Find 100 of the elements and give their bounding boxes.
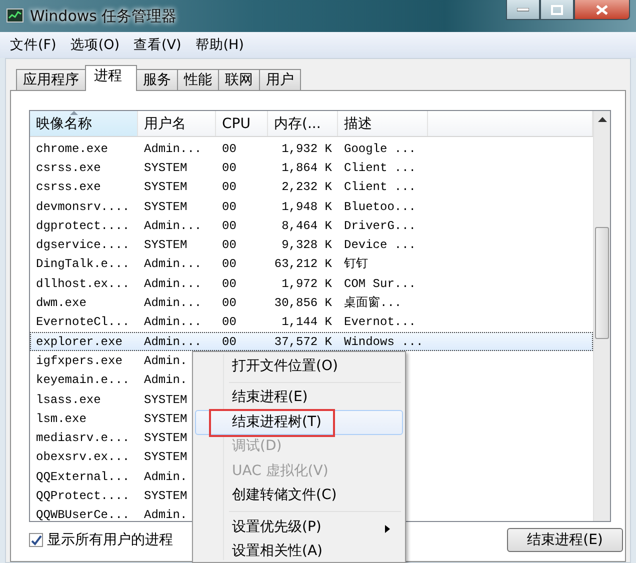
table-cell: chrome.exe [36,142,108,156]
table-cell: dgservice.... [36,238,130,252]
column-header[interactable]: 内存(... [268,111,338,136]
table-cell: mediasrv.e... [36,431,130,446]
table-cell: DriverG... [344,218,416,233]
table-cell: 00 [222,180,236,194]
end-process-button[interactable]: 结束进程(E) [507,528,623,552]
menu-item[interactable]: 查看(V) [133,34,182,56]
column-header[interactable]: 映像名称 [30,111,138,136]
close-button[interactable] [574,0,630,20]
table-cell: QQExternal... [36,470,130,484]
table-cell: 00 [222,218,236,233]
menu-item[interactable]: 帮助(H) [195,34,244,56]
table-cell: SYSTEM [144,160,188,175]
scrollbar-thumb[interactable] [595,227,609,339]
table-cell: EvernoteCl... [36,315,130,330]
table-cell: explorer.exe [36,334,122,349]
table-cell: 00 [222,276,236,291]
table-cell: Admin. [144,354,188,368]
table-cell: QQWBUserCe... [36,508,130,521]
column-header[interactable]: CPU [216,111,268,136]
menu-item[interactable]: 设置相关性(A) [195,540,403,562]
column-header[interactable]: 描述 [338,111,428,136]
table-cell: 桌面窗... [344,296,402,310]
table-cell: 2,232 K [282,180,332,194]
table-cell: Bluetoo... [344,200,416,214]
table-cell: csrss.exe [36,160,101,175]
table-cell: 00 [222,296,236,310]
table-cell: dgprotect.... [36,218,130,233]
table-cell: 37,572 K [274,334,332,349]
table-cell: Admin. [144,508,188,521]
table-cell: lsass.exe [36,392,101,406]
checkbox[interactable] [29,533,43,547]
column-header[interactable]: 用户名 [138,111,216,136]
table-cell: Client ... [344,160,416,175]
table-cell: obexsrv.ex... [36,450,130,464]
table-cell: Google ... [344,142,416,156]
table-cell: 00 [222,200,236,214]
tab[interactable]: 进程 [85,65,137,91]
table-cell: 00 [222,142,236,156]
table-cell: Admin... [144,296,202,310]
table-cell: QQProtect.... [36,488,130,503]
tab[interactable]: 用户 [259,69,301,91]
table-cell: COM Sur... [344,276,416,291]
table-cell: 钉钉 [344,257,368,272]
table-cell: Admin... [144,334,202,349]
table-cell: SYSTEM [144,392,188,406]
selected-row[interactable]: explorer.exe Admin... 00 37,572 K Windows ... [30,332,593,352]
table-cell: SYSTEM [144,488,188,503]
task-manager-icon [6,8,24,24]
table-cell: Admin. [144,470,188,484]
table-cell: SYSTEM [144,200,188,214]
table-cell: 00 [222,160,236,175]
menu-item[interactable]: 结束进程(E) [195,386,403,410]
table-cell: Admin... [144,315,202,330]
table-cell: lsm.exe [36,412,86,426]
menu-item[interactable]: 选项(O) [70,34,120,56]
scrollbar[interactable] [593,111,610,521]
window-title: Windows 任务管理器 [30,6,177,27]
table-cell: 1,144 K [282,315,332,330]
menu-item[interactable]: 结束进程树(T) [195,410,403,434]
menu-item[interactable]: 文件(F) [10,34,56,56]
maximize-button[interactable] [540,0,574,20]
tab[interactable]: 应用程序 [16,69,86,91]
table-cell: 00 [222,334,236,349]
maximize-icon [551,4,563,14]
table-cell: 1,948 K [282,200,332,214]
table-cell: DingTalk.e... [36,257,130,272]
table-cell: 9,328 K [282,238,332,252]
table-cell: 1,932 K [282,142,332,156]
table-cell: dwm.exe [36,296,86,310]
tab[interactable]: 服务 [136,69,178,91]
menu-item[interactable]: 打开文件位置(O) [195,354,403,378]
tab[interactable]: 联网 [218,69,260,91]
table-cell: SYSTEM [144,412,188,426]
table-cell: Admin... [144,276,202,291]
table-cell: 1,972 K [282,276,332,291]
menu-item[interactable]: 创建转储文件(C) [195,484,403,508]
table-cell: 00 [222,315,236,330]
table-cell: 8,464 K [282,218,332,233]
table-cell: igfxpers.exe [36,354,122,368]
table-cell: Windows ... [344,334,424,349]
scroll-up-icon[interactable] [598,117,607,122]
table-cell: 1,864 K [282,160,332,175]
table-cell: Evernot... [344,315,416,330]
table-cell: SYSTEM [144,450,188,464]
menu-item[interactable]: 设置优先级(P) [195,515,403,540]
minimize-icon [517,8,529,12]
table-cell: 63,212 K [274,257,332,272]
tab[interactable]: 性能 [177,69,219,91]
table-cell: Admin. [144,373,188,388]
table-cell: 00 [222,257,236,272]
table-cell: SYSTEM [144,431,188,446]
table-cell: dllhost.ex... [36,276,130,291]
checkbox-label: 显示所有用户的进程 [47,530,173,550]
minimize-button[interactable] [506,0,540,20]
table-cell: devmonsrv.... [36,200,130,214]
table-cell: keyemain.e... [36,373,130,388]
table-cell: Admin... [144,142,202,156]
table-cell: 00 [222,238,236,252]
